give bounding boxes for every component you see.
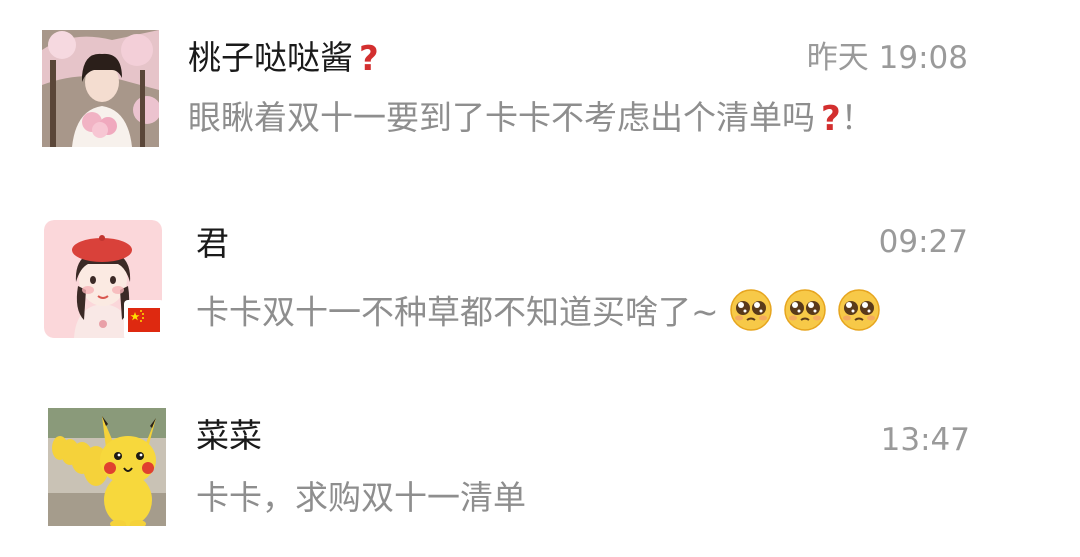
contact-name: 桃子哒哒酱? (188, 38, 379, 79)
pleading-face-emoji (837, 288, 881, 332)
contact-name: 菜菜 (196, 416, 262, 455)
avatar[interactable] (48, 408, 166, 526)
chat-item-caicai[interactable]: 菜菜 13:47 卡卡，求购双十一清单 (0, 392, 1080, 532)
pikachu-parade-photo (48, 408, 166, 526)
pleading-face-emoji (729, 288, 773, 332)
chat-item-taozi[interactable]: 桃子哒哒酱? 昨天 19:08 眼瞅着双十一要到了卡卡不考虑出个清单吗?！ (0, 18, 1080, 158)
message-preview: 卡卡双十一不种草都不知道买啥了~ (196, 289, 881, 336)
message-preview-tail: ！ (840, 98, 874, 137)
message-preview: 卡卡，求购双十一清单 (196, 478, 526, 517)
timestamp: 13:47 (880, 422, 970, 458)
message-preview: 眼瞅着双十一要到了卡卡不考虑出个清单吗?！ (188, 98, 874, 139)
message-preview-text: 眼瞅着双十一要到了卡卡不考虑出个清单吗 (188, 98, 815, 137)
message-preview-text: 卡卡双十一不种草都不知道买啥了~ (196, 292, 719, 332)
chat-item-jun[interactable]: 君 09:27 卡卡双十一不种草都不知道买啥了~ (0, 202, 1080, 342)
chat-list: 桃子哒哒酱? 昨天 19:08 眼瞅着双十一要到了卡卡不考虑出个清单吗?！ 君 … (0, 0, 1080, 557)
china-flag-icon (124, 300, 164, 340)
question-mark-icon: ? (359, 39, 379, 79)
pleading-face-emoji (783, 288, 827, 332)
timestamp: 昨天 19:08 (806, 40, 968, 76)
timestamp: 09:27 (878, 224, 968, 260)
question-mark-icon: ? (821, 99, 841, 139)
cherry-blossom-girl-photo (42, 30, 159, 147)
avatar[interactable] (44, 220, 164, 340)
contact-name: 君 (196, 224, 229, 263)
avatar[interactable] (42, 30, 159, 147)
contact-name-text: 桃子哒哒酱 (188, 38, 353, 77)
